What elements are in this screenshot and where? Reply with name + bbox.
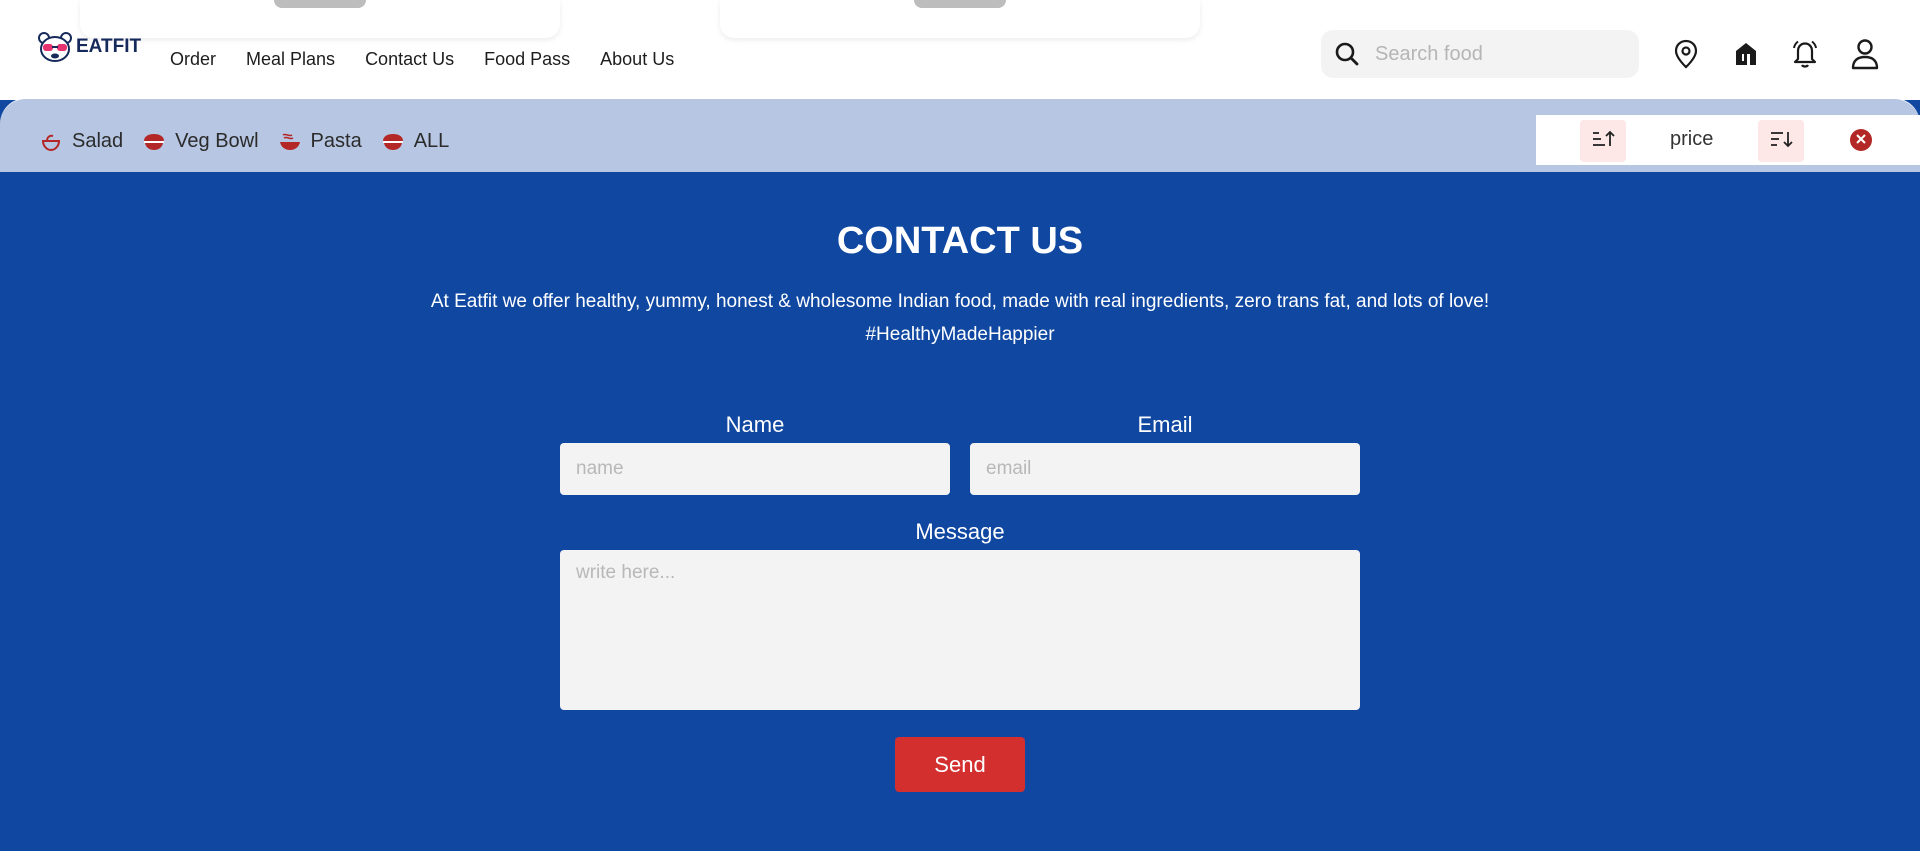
sort-descending-icon [1769, 129, 1793, 154]
brand-name: EATFIT [76, 36, 142, 57]
sort-field-label: price [1670, 128, 1714, 150]
search-input[interactable] [1375, 42, 1615, 66]
search-bar [1321, 30, 1639, 78]
category-label: Salad [72, 130, 124, 152]
sort-descending-button[interactable] [1758, 120, 1804, 162]
food-card-partial [720, 0, 1200, 38]
message-field[interactable] [560, 550, 1360, 710]
brand-logo[interactable]: EATFIT [38, 32, 141, 62]
card-bar [274, 0, 366, 8]
clear-sort-button[interactable] [1850, 129, 1872, 151]
store-icon[interactable] [1731, 37, 1761, 71]
category-label: Pasta [310, 130, 362, 152]
name-label: Name [725, 412, 785, 437]
category-veg-bowl[interactable]: Veg Bowl [143, 130, 259, 153]
category-salad[interactable]: Salad [40, 130, 123, 153]
contact-description: At Eatfit we offer healthy, yummy, hones… [430, 291, 1490, 345]
sort-panel: price [1536, 115, 1920, 165]
bowl-icon [143, 131, 165, 153]
message-label: Message [915, 519, 1005, 544]
send-button[interactable]: Send [895, 737, 1025, 792]
category-label: Veg Bowl [175, 130, 259, 152]
bell-icon[interactable] [1790, 37, 1820, 71]
nav-order[interactable]: Order [170, 49, 216, 70]
food-card-partial [80, 0, 560, 38]
bowl-icon [382, 131, 404, 153]
search-icon[interactable] [1333, 40, 1361, 68]
sort-ascending-icon [1591, 129, 1615, 154]
category-label: ALL [413, 130, 450, 152]
nav-food-pass[interactable]: Food Pass [484, 49, 570, 70]
nav-contact-us[interactable]: Contact Us [365, 49, 454, 70]
nav-meal-plans[interactable]: Meal Plans [246, 49, 335, 70]
bear-logo-icon [38, 32, 72, 62]
category-list: Salad Veg Bowl Pasta ALL [40, 130, 449, 153]
email-label: Email [1137, 412, 1193, 437]
category-all[interactable]: ALL [382, 130, 450, 153]
sort-ascending-button[interactable] [1580, 120, 1626, 162]
email-field[interactable] [970, 443, 1360, 495]
close-circle-icon [1856, 131, 1866, 149]
main-nav: Order Meal Plans Contact Us Food Pass Ab… [170, 49, 674, 70]
contact-title: CONTACT US [836, 220, 1084, 262]
name-field[interactable] [560, 443, 950, 495]
user-icon[interactable] [1850, 37, 1880, 71]
card-bar [914, 0, 1006, 8]
location-pin-icon[interactable] [1671, 37, 1701, 71]
nav-about-us[interactable]: About Us [600, 49, 674, 70]
salad-bowl-icon [40, 131, 62, 153]
top-header: EATFIT Order Meal Plans Contact Us Food … [0, 0, 1920, 100]
category-pasta[interactable]: Pasta [279, 130, 362, 153]
pasta-icon [279, 131, 301, 153]
